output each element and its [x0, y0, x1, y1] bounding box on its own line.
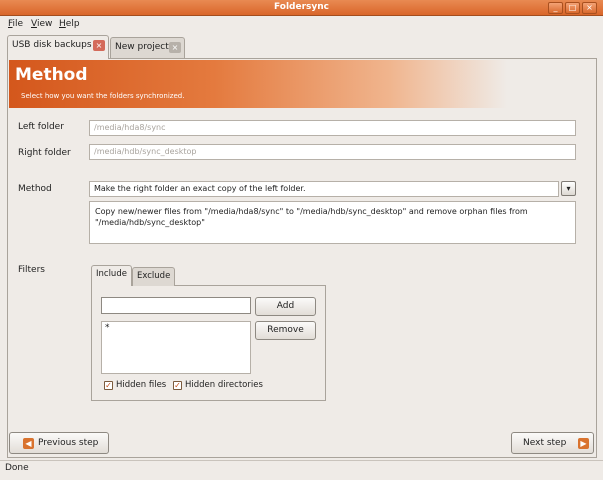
- remove-button[interactable]: Remove: [255, 321, 316, 340]
- arrow-right-icon: ▶: [578, 438, 589, 449]
- tab-include[interactable]: Include: [91, 265, 132, 286]
- previous-step-label: Previous step: [38, 438, 99, 448]
- tab-close-icon[interactable]: ×: [93, 40, 105, 51]
- maximize-icon[interactable]: □: [565, 2, 580, 14]
- filter-pattern-list[interactable]: *: [101, 321, 251, 374]
- menu-bar: File View Help: [0, 16, 603, 33]
- list-item[interactable]: *: [105, 323, 247, 333]
- step-header: Method Select how you want the folders s…: [9, 60, 595, 108]
- hidden-directories-checkbox[interactable]: ✓: [173, 381, 182, 390]
- title-bar: Foldersync _ □ ×: [0, 0, 603, 16]
- filter-pattern-input[interactable]: [101, 297, 251, 314]
- left-folder-label: Left folder: [18, 122, 64, 132]
- left-folder-input[interactable]: /media/hda8/sync: [89, 120, 576, 136]
- method-label: Method: [18, 184, 52, 194]
- next-step-button[interactable]: Next step ▶: [511, 432, 594, 454]
- tab-label: New project: [115, 42, 169, 52]
- close-icon[interactable]: ×: [582, 2, 597, 14]
- tab-exclude[interactable]: Exclude: [132, 267, 175, 286]
- tab-close-icon[interactable]: ×: [169, 42, 181, 53]
- add-button[interactable]: Add: [255, 297, 316, 316]
- menu-view[interactable]: View: [31, 19, 52, 29]
- next-step-label: Next step: [523, 438, 567, 448]
- status-bar: Done: [0, 460, 603, 480]
- right-folder-label: Right folder: [18, 148, 71, 158]
- tab-label: USB disk backups: [12, 40, 92, 50]
- previous-step-button[interactable]: ◀ Previous step: [9, 432, 109, 454]
- window-title: Foldersync: [273, 2, 329, 12]
- page-subtitle: Select how you want the folders synchron…: [21, 92, 185, 100]
- page-title: Method: [15, 65, 88, 85]
- method-description: Copy new/newer files from "/media/hda8/s…: [89, 201, 576, 244]
- hidden-files-label: Hidden files: [116, 380, 167, 390]
- filters-label: Filters: [18, 265, 45, 275]
- minimize-icon[interactable]: _: [548, 2, 563, 14]
- hidden-files-checkbox[interactable]: ✓: [104, 381, 113, 390]
- right-folder-input[interactable]: /media/hdb/sync_desktop: [89, 144, 576, 160]
- chevron-down-icon[interactable]: ▾: [561, 181, 576, 196]
- hidden-directories-label: Hidden directories: [185, 380, 263, 390]
- method-select[interactable]: Make the right folder an exact copy of t…: [89, 181, 559, 197]
- menu-file[interactable]: File: [8, 19, 23, 29]
- status-text: Done: [5, 463, 29, 473]
- arrow-left-icon: ◀: [23, 438, 34, 449]
- menu-help[interactable]: Help: [59, 19, 80, 29]
- tab-new-project[interactable]: New project ×: [110, 37, 185, 58]
- tab-usb-disk-backups[interactable]: USB disk backups ×: [7, 35, 109, 59]
